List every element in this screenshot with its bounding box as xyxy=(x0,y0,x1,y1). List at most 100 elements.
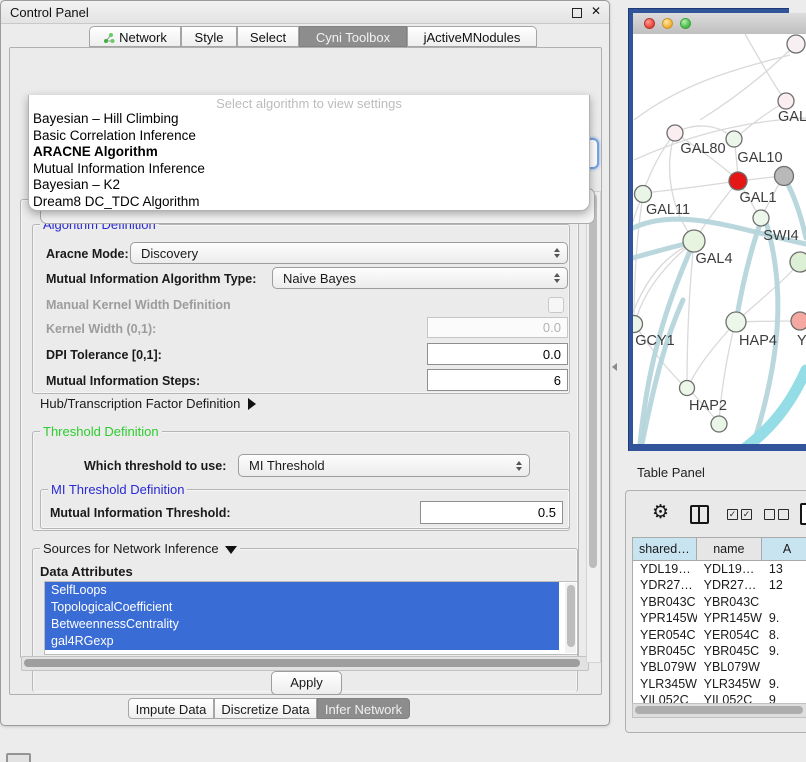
mi-threshold-input[interactable] xyxy=(420,501,563,524)
data-attributes-list[interactable]: SelfLoopsTopologicalCoefficientBetweenne… xyxy=(44,581,578,655)
data-attribute-item[interactable]: gal4RGexp xyxy=(45,633,559,650)
network-node-gal10[interactable] xyxy=(726,131,742,147)
tab-network-label: Network xyxy=(119,30,167,45)
disclosure-down-icon[interactable] xyxy=(225,546,237,554)
tab-impute-data[interactable]: Impute Data xyxy=(128,698,214,719)
settings-vscrollbar[interactable] xyxy=(586,191,601,663)
network-node-gal1[interactable] xyxy=(729,172,747,190)
network-node[interactable] xyxy=(790,252,806,272)
node-label: GAL4 xyxy=(695,251,732,267)
algorithm-option[interactable]: ARACNE Algorithm xyxy=(29,144,589,161)
table-panel: ⚙ ✓ ✓ shared…nameA YDL19…YDL19…13YDR27…Y… xyxy=(625,490,806,733)
table-row[interactable]: YER054CYER054C8. xyxy=(633,627,806,643)
tab-network[interactable]: Network xyxy=(89,26,181,47)
table-row[interactable]: YPR145WYPR145W9. xyxy=(633,610,806,626)
attr-list-scrollbar[interactable] xyxy=(565,583,576,653)
window-top-cut xyxy=(789,0,806,13)
table-cell: 9. xyxy=(762,643,806,659)
close-traffic-light-icon[interactable] xyxy=(644,18,655,29)
network-node-gal[interactable] xyxy=(778,93,794,109)
network-edge xyxy=(687,242,694,387)
tab-style[interactable]: Style xyxy=(181,26,237,47)
table-cell: YDL19… xyxy=(633,561,697,577)
table-hscrollbar[interactable] xyxy=(632,703,806,718)
dock-panel-icon[interactable] xyxy=(6,753,31,762)
hub-definition-label: Hub/Transcription Factor Definition xyxy=(40,396,240,411)
network-node-swi4[interactable] xyxy=(753,210,769,226)
tab-discretize-data[interactable]: Discretize Data xyxy=(214,698,317,719)
network-edge xyxy=(695,181,738,240)
network-node-hap4[interactable] xyxy=(726,312,746,332)
network-node-gcy1[interactable] xyxy=(633,316,643,333)
table-row[interactable]: YDR27…YDR27…12 xyxy=(633,577,806,593)
table-cell: YBL079W xyxy=(697,659,762,675)
mi-threshold-label: Mutual Information Threshold: xyxy=(50,506,231,520)
table-cell: 13 xyxy=(762,561,806,577)
select-all-icon2[interactable]: ✓ xyxy=(741,509,752,520)
hub-definition-disclosure[interactable]: Hub/Transcription Factor Definition xyxy=(40,396,256,411)
disclosure-right-icon[interactable] xyxy=(248,398,256,410)
control-panel-title: Control Panel xyxy=(10,5,89,20)
network-canvas[interactable]: GALGAL80GAL10GAL1GAL11SWI4GAL4GCY1HAP4YH… xyxy=(633,34,806,444)
aracne-mode-combo[interactable]: Discovery xyxy=(130,242,568,264)
select-all-icon[interactable]: ✓ xyxy=(727,509,738,520)
algorithm-option[interactable]: Dream8 DC_TDC Algorithm xyxy=(29,194,589,211)
network-node-hap2[interactable] xyxy=(680,381,695,396)
data-attribute-item[interactable]: BetweennessCentrality xyxy=(45,616,559,633)
float-window-icon[interactable] xyxy=(572,8,582,18)
close-icon[interactable]: ✕ xyxy=(591,4,601,18)
control-panel-titlebar[interactable]: Control Panel ✕ xyxy=(1,1,609,24)
column-selector-icon[interactable] xyxy=(690,505,709,524)
table-row[interactable]: YBR043CYBR043C xyxy=(633,594,806,610)
node-table[interactable]: shared…nameA YDL19…YDL19…13YDR27…YDR27…1… xyxy=(632,537,806,711)
tab-cyni-toolbox[interactable]: Cyni Toolbox xyxy=(299,26,407,47)
minimize-traffic-light-icon[interactable] xyxy=(662,18,673,29)
table-row[interactable]: YBL079WYBL079W xyxy=(633,659,806,675)
algorithm-option[interactable]: Bayesian – K2 xyxy=(29,177,589,194)
column-header[interactable]: A xyxy=(762,538,806,560)
algorithm-option[interactable]: Bayesian – Hill Climbing xyxy=(29,111,589,128)
table-cell: YBR043C xyxy=(633,594,697,610)
algorithm-option[interactable]: Mutual Information Inference xyxy=(29,161,589,178)
network-node-y[interactable] xyxy=(791,312,806,330)
settings-hscrollbar[interactable] xyxy=(21,656,589,671)
table-cell: 12 xyxy=(762,577,806,593)
manual-kernel-checkbox[interactable] xyxy=(548,297,564,313)
mi-steps-input[interactable] xyxy=(427,369,568,391)
network-edge xyxy=(745,34,785,100)
deselect-all-icon2[interactable] xyxy=(778,509,789,520)
sources-group-title[interactable]: Sources for Network Inference xyxy=(40,541,240,556)
splitter-collapse-icon[interactable] xyxy=(612,363,617,371)
zoom-traffic-light-icon[interactable] xyxy=(680,18,691,29)
algorithm-option[interactable]: Basic Correlation Inference xyxy=(29,128,589,145)
algorithm-popup-list: Bayesian – Hill ClimbingBasic Correlatio… xyxy=(29,111,589,211)
network-node[interactable] xyxy=(787,35,805,53)
table-row[interactable]: YDL19…YDL19…13 xyxy=(633,561,806,577)
network-node[interactable] xyxy=(775,167,794,186)
column-header[interactable]: shared… xyxy=(633,538,697,560)
data-attribute-item[interactable]: SelfLoops xyxy=(45,582,559,599)
deselect-all-icon[interactable] xyxy=(764,509,775,520)
table-row[interactable]: YBR045CYBR045C9. xyxy=(633,643,806,659)
which-threshold-combo[interactable]: MI Threshold xyxy=(238,454,530,477)
gear-icon[interactable]: ⚙ xyxy=(652,501,669,524)
tab-jactivemnodules[interactable]: jActiveMNodules xyxy=(407,26,537,47)
kernel-width-input[interactable] xyxy=(427,317,568,338)
mi-type-combo[interactable]: Naive Bayes xyxy=(272,267,568,289)
apply-button[interactable]: Apply xyxy=(271,671,342,695)
network-node-gal4[interactable] xyxy=(683,230,705,252)
manual-kernel-label: Manual Kernel Width Definition xyxy=(46,298,231,312)
export-table-icon[interactable] xyxy=(800,503,806,525)
data-attribute-item[interactable]: TopologicalCoefficient xyxy=(45,599,559,616)
network-node-gal80[interactable] xyxy=(667,125,683,141)
tab-infer-network[interactable]: Infer Network xyxy=(317,698,410,719)
network-window-titlebar[interactable] xyxy=(633,13,806,35)
table-cell: 8. xyxy=(762,627,806,643)
network-node[interactable] xyxy=(711,416,727,432)
table-header-row[interactable]: shared…nameA xyxy=(633,538,806,561)
dpi-tolerance-input[interactable] xyxy=(427,343,568,365)
network-node-gal11[interactable] xyxy=(635,186,652,203)
tab-select[interactable]: Select xyxy=(237,26,299,47)
column-header[interactable]: name xyxy=(697,538,762,560)
table-row[interactable]: YLR345WYLR345W9. xyxy=(633,676,806,692)
